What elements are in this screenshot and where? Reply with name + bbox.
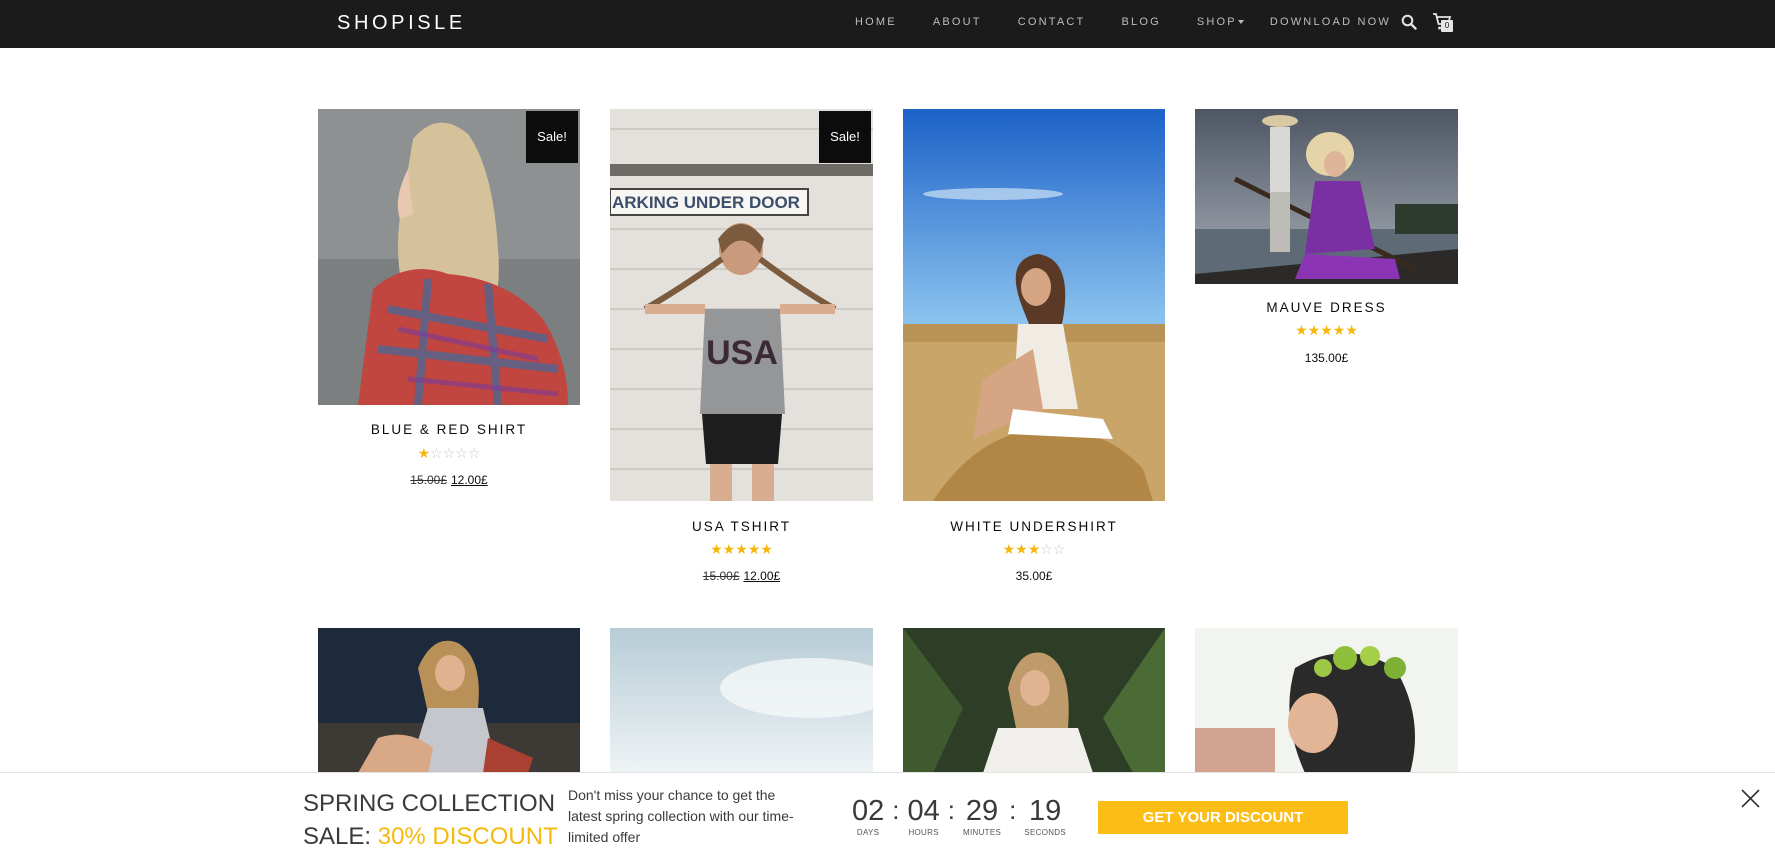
cart-count-badge: 0 — [1441, 20, 1453, 32]
regular-price: 135.00£ — [1304, 351, 1349, 365]
star-empty-icon: ☆ — [455, 445, 468, 461]
countdown-label: MINUTES — [963, 828, 1002, 837]
countdown-label: SECONDS — [1024, 828, 1067, 837]
star-empty-icon: ☆ — [1040, 541, 1053, 557]
rating-stars: ★★★★★ — [1195, 322, 1458, 339]
sale-price: 12.00£ — [743, 569, 781, 583]
countdown-value: 04 — [907, 795, 940, 827]
top-navbar: SHOPISLE HOME ABOUT CONTACT BLOG SHOP DO… — [0, 0, 1775, 48]
banner-title: SPRING COLLECTION SALE: 30% DISCOUNT — [303, 787, 558, 853]
nav-about[interactable]: ABOUT — [933, 16, 982, 28]
product-price: 15.00£ 12.00£ — [610, 569, 873, 583]
star-filled-icon: ★ — [1295, 322, 1308, 338]
rating-stars: ★★★☆☆ — [903, 541, 1165, 558]
nav-shop[interactable]: SHOP — [1197, 16, 1244, 28]
product-title[interactable]: WHITE UNDERSHIRT — [903, 519, 1165, 534]
product-price: 135.00£ — [1195, 351, 1458, 365]
nav-shop-label: SHOP — [1196, 16, 1237, 28]
banner-discount-text: 30% DISCOUNT — [377, 823, 558, 850]
banner-description: Don't miss your chance to get the latest… — [568, 787, 794, 845]
product-image[interactable] — [903, 109, 1165, 501]
banner-title-prefix: SALE: — [303, 823, 378, 850]
rating-stars: ★☆☆☆☆ — [318, 445, 580, 462]
product-card: WHITE UNDERSHIRT ★★★☆☆ 35.00£ — [903, 109, 1165, 589]
sale-badge: Sale! — [526, 111, 578, 163]
sale-badge: Sale! — [819, 111, 871, 163]
product-price: 35.00£ — [903, 569, 1165, 583]
countdown-hours: 04 HOURS — [907, 795, 940, 838]
countdown-label: DAYS — [856, 828, 880, 837]
regular-price: 35.00£ — [1015, 569, 1053, 583]
rating-stars: ★★★★★ — [610, 541, 873, 558]
product-card: ARKING UNDER DOOR USA Sale! USA TSHIRT ★… — [610, 109, 873, 589]
countdown-value: 29 — [965, 795, 999, 827]
star-empty-icon: ☆ — [467, 445, 481, 461]
product-image[interactable] — [903, 628, 1165, 773]
star-empty-icon: ☆ — [1052, 541, 1066, 557]
product-price: 15.00£ 12.00£ — [318, 473, 580, 487]
countdown-timer: 02 DAYS : 04 HOURS : 29 MINUTES : 19 SEC… — [852, 795, 1067, 838]
nav-download-now[interactable]: DOWNLOAD NOW — [1270, 16, 1391, 28]
countdown-separator: : — [892, 795, 900, 825]
countdown-value: 02 — [852, 795, 885, 827]
countdown-separator: : — [947, 795, 955, 825]
countdown-label: HOURS — [908, 828, 939, 837]
countdown-value: 19 — [1029, 795, 1062, 827]
nav-contact[interactable]: CONTACT — [1018, 16, 1086, 28]
countdown-seconds: 19 SECONDS — [1024, 795, 1067, 838]
countdown-minutes: 29 MINUTES — [963, 795, 1002, 838]
star-filled-icon: ★ — [722, 541, 736, 557]
old-price: 15.00£ — [702, 569, 740, 583]
star-filled-icon: ★ — [1345, 322, 1358, 338]
star-filled-icon: ★ — [1307, 322, 1321, 338]
product-image[interactable] — [1195, 109, 1458, 284]
star-filled-icon: ★ — [1027, 541, 1041, 557]
product-image[interactable] — [318, 628, 580, 773]
product-title[interactable]: BLUE & RED SHIRT — [318, 422, 580, 437]
star-filled-icon: ★ — [1332, 322, 1346, 338]
product-title[interactable]: MAUVE DRESS — [1195, 300, 1458, 315]
main-menu: HOME ABOUT CONTACT BLOG SHOP DOWNLOAD NO… — [855, 0, 1427, 44]
star-filled-icon: ★ — [747, 541, 761, 557]
photo-shirt-text: USA — [706, 334, 778, 372]
promo-banner: SPRING COLLECTION SALE: 30% DISCOUNT Don… — [0, 772, 1775, 857]
product-card: MAUVE DRESS ★★★★★ 135.00£ — [1195, 109, 1458, 379]
product-image[interactable] — [610, 628, 873, 773]
brand-logo[interactable]: SHOPISLE — [337, 12, 466, 35]
countdown-days: 02 DAYS — [852, 795, 885, 838]
star-filled-icon: ★ — [1002, 541, 1016, 557]
sale-price: 12.00£ — [451, 473, 488, 487]
banner-title-line1: SPRING COLLECTION — [303, 790, 556, 817]
product-image[interactable] — [1195, 628, 1458, 773]
get-discount-button[interactable]: GET YOUR DISCOUNT — [1098, 801, 1348, 834]
star-filled-icon: ★ — [760, 541, 773, 557]
star-filled-icon: ★ — [417, 445, 431, 461]
star-filled-icon: ★ — [1320, 322, 1333, 338]
product-image[interactable]: ARKING UNDER DOOR USA Sale! — [610, 109, 873, 501]
product-title[interactable]: USA TSHIRT — [610, 519, 873, 534]
old-price: 15.00£ — [410, 473, 447, 487]
caret-down-icon — [1237, 20, 1244, 25]
star-empty-icon: ☆ — [430, 445, 443, 461]
banner-title-line2: SALE: 30% DISCOUNT — [303, 820, 558, 853]
star-empty-icon: ☆ — [442, 445, 456, 461]
nav-blog[interactable]: BLOG — [1121, 16, 1160, 28]
product-image[interactable]: Sale! — [318, 109, 580, 405]
close-icon[interactable] — [1740, 788, 1761, 809]
star-filled-icon: ★ — [1015, 541, 1028, 557]
nav-home[interactable]: HOME — [855, 16, 897, 28]
product-card: Sale! BLUE & RED SHIRT ★☆☆☆☆ 15.00£ 12.00… — [318, 109, 580, 499]
star-filled-icon: ★ — [735, 541, 748, 557]
photo-sign-text: ARKING UNDER DOOR — [612, 193, 800, 212]
star-filled-icon: ★ — [710, 541, 723, 557]
countdown-separator: : — [1009, 795, 1017, 825]
search-icon[interactable] — [1401, 14, 1417, 30]
